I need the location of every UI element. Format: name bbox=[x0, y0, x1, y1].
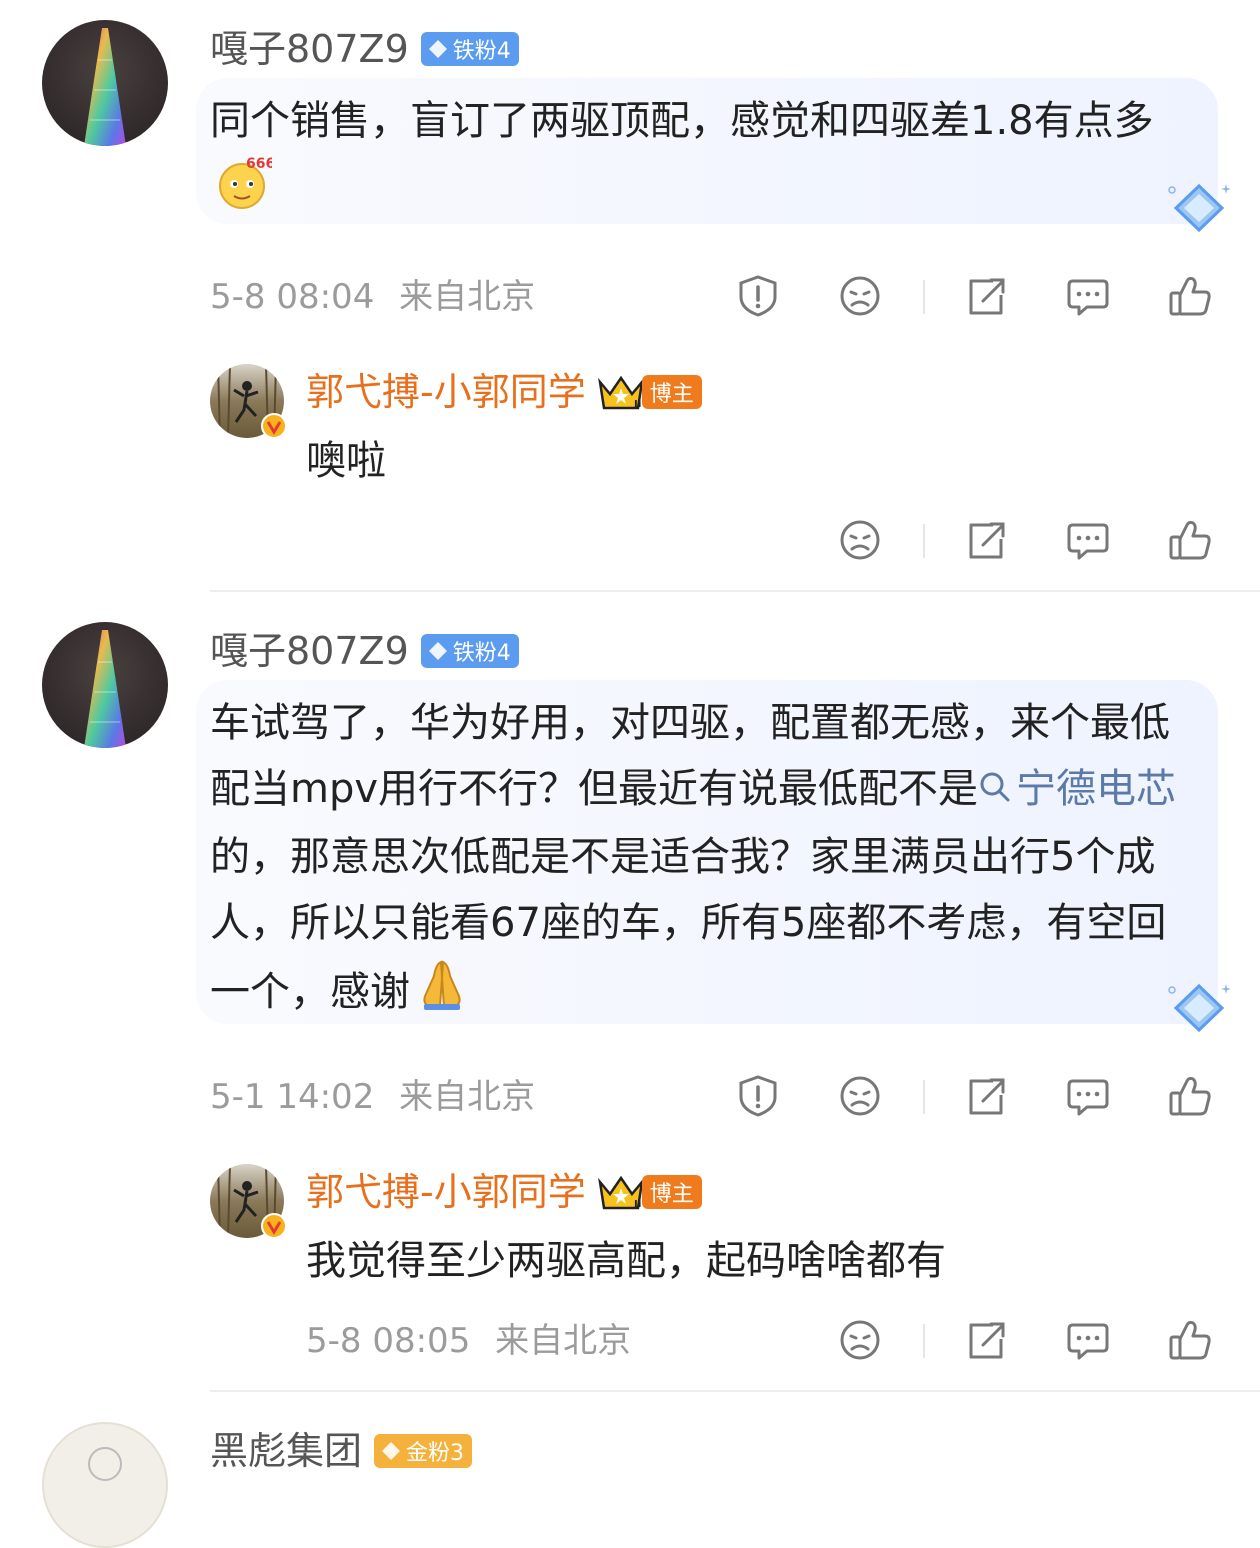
divider bbox=[923, 280, 925, 314]
owner-username[interactable]: 郭弋搏-小郭同学 bbox=[306, 1173, 586, 1211]
fan-badge-label: 铁粉4 bbox=[452, 641, 511, 666]
username[interactable]: 嘎子807Z9 bbox=[210, 30, 409, 68]
reply-text: 噢啦 bbox=[306, 438, 386, 484]
svg-text:666: 666 bbox=[246, 156, 272, 172]
diamond-icon bbox=[427, 38, 449, 60]
share-icon[interactable] bbox=[960, 270, 1012, 322]
diamond-icon bbox=[380, 1440, 402, 1462]
comment-location: 来自北京 bbox=[399, 277, 536, 317]
user-avatar[interactable] bbox=[42, 20, 168, 146]
comment-meta: 5-1 14:02 来自北京 bbox=[210, 1080, 535, 1114]
reply-location: 来自北京 bbox=[495, 1321, 632, 1361]
owner-badge: 博主 bbox=[641, 1175, 702, 1209]
username[interactable]: 嘎子807Z9 bbox=[210, 632, 409, 670]
topic-link[interactable]: 宁德电芯 bbox=[978, 766, 1176, 812]
reply-time: 5-8 08:05 bbox=[306, 1321, 471, 1361]
pray-emoji bbox=[414, 956, 470, 1032]
crown-icon: II bbox=[596, 1172, 646, 1212]
comment-text: 车试驾了，华为好用，对四驱，配置都无感，来个最低配当mpv用行不行？但最近有说最… bbox=[210, 690, 1202, 1032]
comment-divider bbox=[210, 590, 1260, 592]
share-icon[interactable] bbox=[960, 1314, 1012, 1366]
crown-icon: II bbox=[596, 372, 646, 412]
reply-icon[interactable] bbox=[1062, 514, 1114, 566]
like-icon[interactable] bbox=[1164, 514, 1216, 566]
reply-icon[interactable] bbox=[1062, 1070, 1114, 1122]
comment-divider bbox=[210, 1390, 1260, 1392]
comment-location: 来自北京 bbox=[399, 1077, 536, 1117]
owner-badge: 博主 bbox=[641, 375, 702, 409]
comment-meta: 5-8 08:04 来自北京 bbox=[210, 280, 535, 314]
owner-username[interactable]: 郭弋搏-小郭同学 bbox=[306, 373, 586, 411]
comment-text: 同个销售，盲订了两驱顶配，感觉和四驱差1.8有点多 666 bbox=[210, 88, 1200, 230]
reply-icon[interactable] bbox=[1062, 1314, 1114, 1366]
comment-time: 5-8 08:04 bbox=[210, 277, 375, 317]
divider bbox=[923, 1080, 925, 1114]
user-avatar[interactable] bbox=[42, 1422, 168, 1548]
share-icon[interactable] bbox=[960, 514, 1012, 566]
comment-time: 5-1 14:02 bbox=[210, 1077, 375, 1117]
reply-text: 我觉得至少两驱高配，起码啥啥都有 bbox=[306, 1238, 946, 1284]
fan-badge-label: 金粉3 bbox=[406, 1441, 465, 1466]
dislike-face-icon[interactable] bbox=[834, 514, 886, 566]
like-icon[interactable] bbox=[1164, 1314, 1216, 1366]
verified-icon bbox=[260, 1212, 288, 1244]
username[interactable]: 黑彪集团 bbox=[210, 1432, 362, 1470]
reply-meta: 5-8 08:05 来自北京 bbox=[306, 1324, 631, 1358]
dislike-face-icon[interactable] bbox=[834, 1070, 886, 1122]
divider bbox=[923, 1324, 925, 1358]
search-icon bbox=[978, 758, 1012, 824]
dislike-face-icon[interactable] bbox=[834, 1314, 886, 1366]
like-icon[interactable] bbox=[1164, 1070, 1216, 1122]
svg-text:II: II bbox=[634, 399, 641, 410]
user-avatar[interactable] bbox=[42, 622, 168, 748]
report-icon[interactable] bbox=[732, 270, 784, 322]
verified-icon bbox=[260, 412, 288, 444]
666-emoji: 666 bbox=[216, 154, 275, 230]
fan-badge[interactable]: 金粉3 bbox=[374, 1434, 473, 1468]
share-icon[interactable] bbox=[960, 1070, 1012, 1122]
fan-badge[interactable]: 铁粉4 bbox=[420, 32, 519, 66]
report-icon[interactable] bbox=[732, 1070, 784, 1122]
dislike-face-icon[interactable] bbox=[834, 270, 886, 322]
reply-icon[interactable] bbox=[1062, 270, 1114, 322]
like-icon[interactable] bbox=[1164, 270, 1216, 322]
divider bbox=[923, 524, 925, 558]
fan-badge[interactable]: 铁粉4 bbox=[420, 634, 519, 668]
diamond-icon bbox=[427, 640, 449, 662]
fan-badge-label: 铁粉4 bbox=[452, 39, 511, 64]
svg-text:II: II bbox=[634, 1199, 641, 1210]
